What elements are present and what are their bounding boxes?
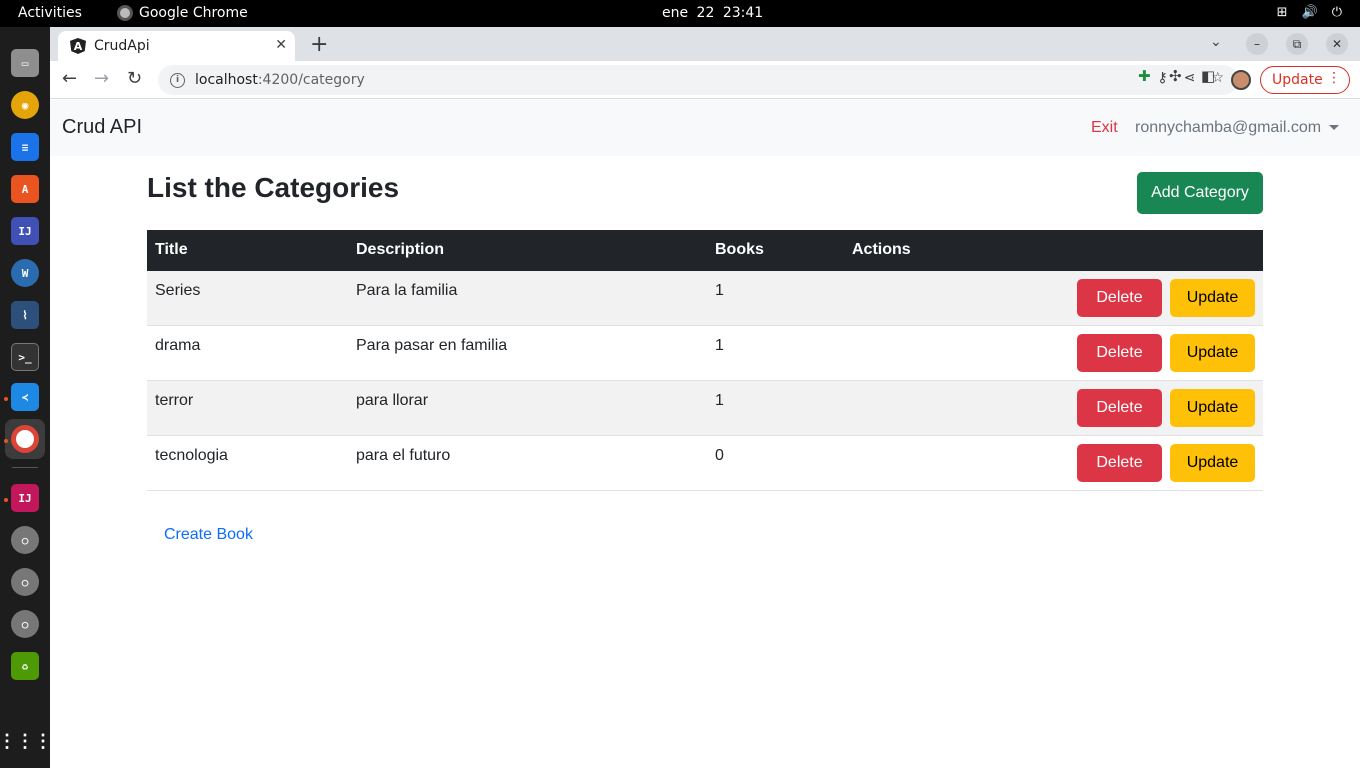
update-button[interactable]: Update <box>1170 334 1255 372</box>
software-center-icon[interactable]: A <box>11 175 39 203</box>
writer-icon[interactable]: ≡ <box>11 133 39 161</box>
disk-icon[interactable]: ○ <box>11 568 39 596</box>
update-button[interactable]: Update <box>1170 444 1255 482</box>
app-name-label: Google Chrome <box>139 5 248 21</box>
trash-icon[interactable]: ♻ <box>11 652 39 680</box>
minimize-button[interactable]: – <box>1246 33 1268 55</box>
system-top-bar: Activities Google Chrome ene 22 23:41 ⊞ … <box>0 0 1360 27</box>
power-icon: ⏻ <box>1331 5 1342 20</box>
create-book-link[interactable]: Create Book <box>164 526 253 544</box>
row-books: 1 <box>715 282 724 299</box>
app-menu[interactable]: Google Chrome <box>117 5 248 21</box>
row-title: terror <box>155 392 194 409</box>
column-header-books: Books <box>715 241 764 258</box>
browser-window: A CrudApi ✕ + ⌄ – ⧉ ✕ ← → ↻ i localhost:… <box>50 27 1360 768</box>
tab-strip: A CrudApi ✕ + ⌄ – ⧉ ✕ <box>50 27 1360 61</box>
user-dropdown[interactable]: ronnychamba@gmail.com <box>1135 119 1340 137</box>
chrome-update-button[interactable]: Update ⋮ <box>1260 66 1350 94</box>
extensions-icon[interactable]: ✣ <box>1169 67 1182 85</box>
disk-icon[interactable]: ○ <box>11 610 39 638</box>
key-icon[interactable]: ⚷ <box>1157 70 1167 86</box>
update-label: Update <box>1272 72 1323 88</box>
table-row: drama Para pasar en familia 1 Delete Upd… <box>147 326 1263 381</box>
column-header-actions: Actions <box>852 241 911 258</box>
row-title: Series <box>155 282 201 299</box>
browser-tab[interactable]: A CrudApi ✕ <box>58 31 295 61</box>
exit-link[interactable]: Exit <box>1091 119 1118 137</box>
column-header-title: Title <box>155 241 188 258</box>
delete-button[interactable]: Delete <box>1077 334 1162 372</box>
running-indicator <box>4 397 8 401</box>
delete-button[interactable]: Delete <box>1077 279 1162 317</box>
row-title: tecnologia <box>155 447 228 464</box>
row-description: Para la familia <box>356 282 458 299</box>
running-indicator <box>4 498 8 502</box>
back-icon[interactable]: ← <box>62 68 77 89</box>
running-indicator <box>4 439 8 443</box>
extension-plus-icon[interactable]: ✚ <box>1138 67 1151 85</box>
intellij-icon[interactable]: IJ <box>11 217 39 245</box>
brand-link[interactable]: Crud API <box>62 116 142 139</box>
profile-avatar[interactable] <box>1231 70 1251 90</box>
intellij-running-icon[interactable]: IJ <box>11 484 39 512</box>
table-row: tecnologia para el futuro 0 Delete Updat… <box>147 436 1263 491</box>
rhythmbox-icon[interactable]: ◉ <box>11 91 39 119</box>
row-description: para llorar <box>356 392 429 409</box>
share-icon[interactable]: ⋖ <box>1184 70 1196 86</box>
delete-button[interactable]: Delete <box>1077 389 1162 427</box>
mysql-workbench-icon[interactable]: ⌇ <box>11 301 39 329</box>
forward-icon[interactable]: → <box>94 68 109 89</box>
table-row: terror para llorar 1 Delete Update <box>147 381 1263 436</box>
dock: ▭ ◉ ≡ A IJ W ⌇ >_ ≺ IJ ○ ○ ○ ♻ ⋮⋮⋮ <box>0 27 52 768</box>
update-button[interactable]: Update <box>1170 389 1255 427</box>
table-row: Series Para la familia 1 Delete Update <box>147 271 1263 326</box>
update-button[interactable]: Update <box>1170 279 1255 317</box>
table-header: Title Description Books Actions <box>147 230 1263 271</box>
web-page: Crud API Exit ronnychamba@gmail.com List… <box>50 100 1360 768</box>
system-tray[interactable]: ⊞ 🔊 ⏻ <box>1277 5 1342 20</box>
column-header-description: Description <box>356 241 445 258</box>
address-bar[interactable]: i localhost:4200/category ⚷ ⋖ ☆ <box>158 65 1238 95</box>
row-books: 1 <box>715 337 724 354</box>
network-icon: ⊞ <box>1276 5 1288 20</box>
dock-separator <box>12 467 38 468</box>
url-path: :4200/category <box>257 72 365 88</box>
show-apps-icon[interactable]: ⋮⋮⋮ <box>0 727 52 755</box>
chrome-icon[interactable] <box>11 425 39 453</box>
delete-button[interactable]: Delete <box>1077 444 1162 482</box>
angular-icon: A <box>70 38 86 54</box>
disk-icon[interactable]: ○ <box>11 526 39 554</box>
close-window-button[interactable]: ✕ <box>1326 33 1348 55</box>
chrome-icon <box>117 5 133 21</box>
close-tab-icon[interactable]: ✕ <box>275 37 287 53</box>
url-host: localhost <box>195 72 258 88</box>
row-description: Para pasar en familia <box>356 337 508 354</box>
row-title: drama <box>155 337 201 354</box>
webstorm-icon[interactable]: W <box>11 259 39 287</box>
tab-search-icon[interactable]: ⌄ <box>1210 34 1222 50</box>
app-navbar: Crud API Exit ronnychamba@gmail.com <box>50 100 1360 156</box>
files-icon[interactable]: ▭ <box>11 49 39 77</box>
reload-icon[interactable]: ↻ <box>127 68 142 89</box>
page-title: List the Categories <box>147 172 400 203</box>
vscode-icon[interactable]: ≺ <box>11 383 39 411</box>
categories-table: Title Description Books Actions Series P… <box>147 230 1263 491</box>
side-panel-icon[interactable]: ◧ <box>1201 67 1215 85</box>
terminal-icon[interactable]: >_ <box>11 343 39 371</box>
add-category-button[interactable]: Add Category <box>1137 172 1263 214</box>
activities-button[interactable]: Activities <box>18 5 82 21</box>
row-books: 0 <box>715 447 724 464</box>
caret-down-icon <box>1329 125 1340 131</box>
browser-toolbar: ← → ↻ i localhost:4200/category ⚷ ⋖ ☆ ✚ … <box>50 61 1360 99</box>
user-email: ronnychamba@gmail.com <box>1135 119 1322 136</box>
row-description: para el futuro <box>356 447 451 464</box>
site-info-icon[interactable]: i <box>170 72 185 88</box>
new-tab-button[interactable]: + <box>310 32 328 57</box>
tab-title: CrudApi <box>94 38 150 54</box>
volume-icon: 🔊 <box>1301 5 1318 20</box>
maximize-button[interactable]: ⧉ <box>1286 33 1308 55</box>
clock[interactable]: ene 22 23:41 <box>662 5 763 21</box>
row-books: 1 <box>715 392 724 409</box>
more-menu-icon[interactable]: ⋮ <box>1327 70 1341 86</box>
